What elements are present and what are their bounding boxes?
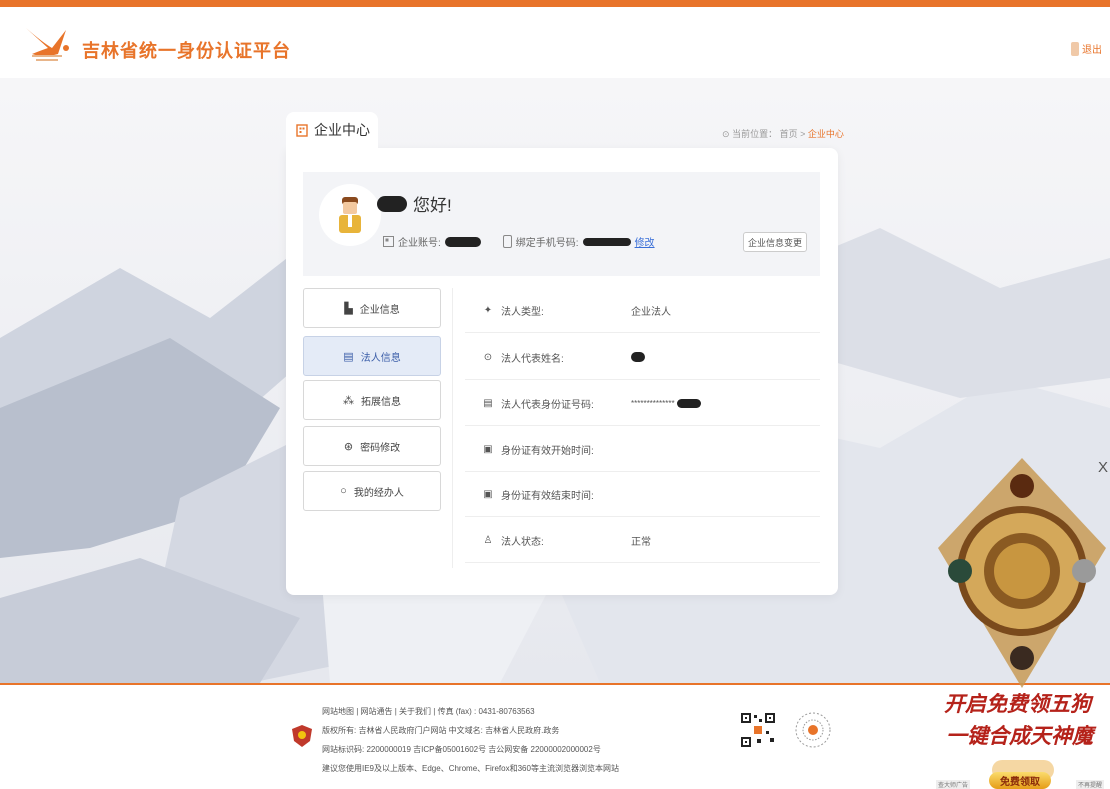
breadcrumb: ⊙ 当前位置： 首页 > 企业中心 — [722, 127, 844, 140]
redacted-phone — [582, 237, 631, 246]
logout-label: 退出 — [1082, 45, 1102, 56]
building-icon — [296, 123, 308, 137]
ad-close-button[interactable]: X — [1098, 459, 1108, 476]
user-status-icon: ♙ — [483, 534, 493, 546]
ad-tag-right[interactable]: 不再提醒 — [1076, 780, 1105, 789]
pin-icon: ✦ — [483, 304, 493, 316]
qr-code-icon — [739, 711, 777, 749]
logout-icon — [1071, 41, 1079, 56]
detail-value: 正常 — [631, 536, 651, 548]
detail-label: 法人代表姓名: — [501, 353, 564, 365]
share-icon: ⁂ — [343, 394, 354, 407]
footer-text: 网站地图 | 网站通告 | 关于我们 | 传真 (fax) : 0431-807… — [322, 702, 619, 778]
detail-row-legal-id: ▤ 法人代表身份证号码: ************** — [465, 381, 820, 426]
person-icon: ⊙ — [483, 351, 493, 363]
menu-item-legal-person-info[interactable]: ▤ 法人信息 — [303, 336, 441, 376]
detail-label: 法人类型: — [501, 306, 544, 318]
menu-item-extended-info[interactable]: ⁂ 拓展信息 — [303, 380, 441, 420]
user-circle-icon: ○ — [340, 485, 347, 497]
footer-line-links[interactable]: 网站地图 | 网站通告 | 关于我们 | 传真 (fax) : 0431-807… — [322, 702, 619, 721]
id-card-icon: ▤ — [483, 397, 493, 409]
site-title: 吉林省统一身份认证平台 — [82, 41, 291, 61]
menu-item-label: 密码修改 — [360, 442, 401, 454]
building-icon: ▙ — [344, 302, 353, 315]
detail-row-id-end: ▣ 身份证有效结束时间: — [465, 472, 820, 517]
detail-value: ************** — [631, 398, 675, 408]
government-emblem-icon — [292, 725, 312, 747]
account-label: 企业账号: — [398, 238, 441, 249]
avatar-person-icon — [339, 197, 361, 233]
ad-tag-left: 查大师广告 — [936, 780, 971, 789]
menu-item-enterprise-info[interactable]: ▙ 企业信息 — [303, 288, 441, 328]
redacted-id-number — [676, 398, 701, 408]
detail-label: 法人代表身份证号码: — [501, 399, 594, 411]
profile-panel: 您好! 企业账号: 绑定手机号码: 修改 企业信息变更 — [303, 172, 820, 276]
footer-line-icp: 网站标识码: 2200000019 吉ICP备05001602号 吉公网安备 2… — [322, 745, 601, 754]
logo-icon — [26, 28, 69, 61]
detail-row-legal-type: ✦ 法人类型: 企业法人 — [465, 288, 820, 333]
menu-item-label: 法人信息 — [360, 352, 401, 364]
tab-label: 企业中心 — [314, 122, 370, 138]
calendar-icon: ▣ — [483, 488, 493, 500]
lock-icon: ⊛ — [343, 440, 354, 453]
ad-claim-button[interactable]: 免费领取 — [989, 772, 1051, 789]
calendar-icon: ▣ — [483, 443, 493, 455]
location-pin-icon: ⊙ — [722, 129, 730, 139]
qr-icon — [383, 236, 394, 247]
account-info-line: 企业账号: 绑定手机号码: 修改 — [383, 234, 655, 249]
logout-button[interactable]: 退出 — [1071, 41, 1102, 56]
menu-item-label: 拓展信息 — [361, 396, 401, 408]
ad-headline-2: 一键合成天神魔 — [946, 723, 1093, 748]
menu-item-my-agent[interactable]: ○ 我的经办人 — [303, 471, 441, 511]
detail-label: 身份证有效开始时间: — [501, 445, 594, 457]
site-header: 吉林省统一身份认证平台 退出 — [0, 7, 1110, 78]
tab-enterprise-center[interactable]: 企业中心 — [286, 112, 378, 150]
breadcrumb-home[interactable]: 首页 — [780, 129, 798, 139]
edit-phone-link[interactable]: 修改 — [635, 234, 655, 249]
phone-label: 绑定手机号码: — [515, 238, 579, 249]
redacted-account — [444, 236, 481, 247]
menu-item-label: 企业信息 — [359, 304, 400, 316]
detail-label: 身份证有效结束时间: — [501, 490, 594, 502]
detail-row-id-start: ▣ 身份证有效开始时间: — [465, 427, 820, 472]
id-card-icon: ▤ — [343, 350, 354, 363]
breadcrumb-separator: > — [800, 129, 806, 139]
redacted-user-name — [377, 195, 407, 212]
avatar — [319, 184, 381, 246]
top-accent-bar — [0, 0, 1110, 7]
detail-label: 法人状态: — [501, 536, 544, 548]
change-enterprise-info-button[interactable]: 企业信息变更 — [743, 232, 807, 252]
menu-item-label: 我的经办人 — [353, 487, 404, 499]
footer-line-browser: 建议您使用IE9及以上版本、Edge、Chrome、Firefox和360等主流… — [322, 764, 619, 773]
menu-item-change-password[interactable]: ⊛ 密码修改 — [303, 426, 441, 466]
column-divider — [452, 288, 453, 568]
breadcrumb-current: 企业中心 — [807, 129, 844, 139]
phone-icon — [502, 235, 512, 248]
detail-row-legal-name: ⊙ 法人代表姓名: — [465, 335, 820, 380]
redacted-legal-name — [631, 352, 645, 362]
greeting-text: 您好! — [413, 196, 452, 215]
detail-value: 企业法人 — [631, 306, 671, 318]
footer-line-copyright: 版权所有: 吉林省人民政府门户网站 中文域名: 吉林省人民政府.政务 — [322, 726, 560, 735]
breadcrumb-prefix: 当前位置： — [732, 129, 778, 139]
ad-headline-1: 开启免费领五狗 — [944, 691, 1091, 716]
detail-row-legal-status: ♙ 法人状态: 正常 — [465, 518, 820, 563]
qr-code-icon — [794, 711, 832, 749]
